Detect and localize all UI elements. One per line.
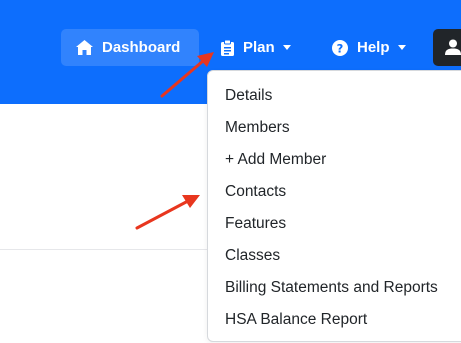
dashboard-nav-button[interactable]: Dashboard [61,29,199,66]
help-label: Help [357,39,390,56]
home-icon [76,40,93,55]
menu-item-members[interactable]: Members [225,118,290,138]
help-nav-button[interactable]: ? Help [332,29,406,66]
menu-item-classes[interactable]: Classes [225,246,280,266]
svg-text:?: ? [337,41,344,55]
arrow-to-contacts [135,195,200,230]
menu-item-details[interactable]: Details [225,86,272,106]
menu-item-contacts[interactable]: Contacts [225,182,286,202]
plan-nav-button[interactable]: Plan [221,29,291,66]
plan-dropdown-menu: Details Members + Add Member Contacts Fe… [207,70,461,342]
menu-item-billing-statements[interactable]: Billing Statements and Reports [225,278,438,298]
clipboard-icon [221,39,234,56]
dashboard-label: Dashboard [102,39,181,56]
menu-item-add-member[interactable]: + Add Member [225,150,326,170]
plan-label: Plan [243,39,275,56]
menu-item-features[interactable]: Features [225,214,286,234]
content-divider [0,249,210,250]
chevron-down-icon [397,45,406,50]
chevron-down-icon [282,45,291,50]
user-icon [445,39,461,60]
user-menu-button[interactable] [433,29,461,66]
question-circle-icon: ? [332,39,348,56]
menu-item-hsa-balance-report[interactable]: HSA Balance Report [225,310,367,330]
